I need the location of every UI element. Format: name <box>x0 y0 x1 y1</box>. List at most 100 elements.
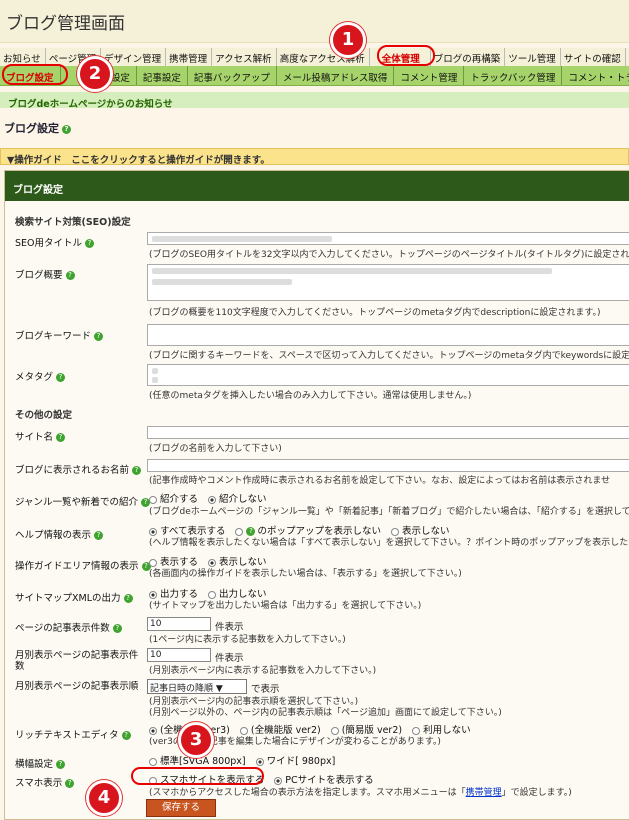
help-icon[interactable]: ? <box>62 124 71 134</box>
monthly-count-input[interactable]: 10 <box>147 648 211 662</box>
width-option-standard-text: 標準[SVGA 800px] <box>160 756 246 767</box>
subnav-backup[interactable]: 記事バックアップ <box>188 66 277 85</box>
author-input[interactable] <box>147 459 629 472</box>
help-icon[interactable]: ? <box>56 373 66 382</box>
help-icon[interactable]: ? <box>112 624 122 633</box>
callout-blog-settings-tab <box>2 64 68 85</box>
radio-button[interactable] <box>149 495 157 504</box>
label-genre-text: ジャンル一覧や新着での紹介 <box>15 497 139 508</box>
seo-title-input[interactable] <box>147 232 629 245</box>
label-sitemap: サイトマップXMLの出力? <box>15 590 133 604</box>
hint-author: (記事作成時やコメント作成時に表示されるお名前を設定して下さい。なお、設定によっ… <box>149 476 611 486</box>
label-page-count: ページの記事表示件数? <box>15 620 122 634</box>
label-seo-title-text: SEO用タイトル <box>15 238 83 249</box>
label-author-text: ブログに表示されるお名前 <box>15 465 130 476</box>
hint-summary: (ブログの概要を110文字程度で入力してください。トップページのmetaタグ内で… <box>149 308 601 318</box>
genre-option-hide[interactable]: 紹介しない <box>208 491 267 505</box>
help-icon[interactable]: ? <box>123 594 133 603</box>
monthly-order-select[interactable]: 記事日時の降順 ▼ <box>147 679 247 694</box>
nav-tools[interactable]: ツール管理 <box>505 48 561 66</box>
hint-help-info: (ヘルプ情報を表示したくない場合は「すべて表示しない」を選択して下さい。？ポイン… <box>149 538 629 548</box>
label-keywords: ブログキーワード? <box>15 328 104 342</box>
callout-general-tab <box>377 45 435 66</box>
hint-page-count: (1ページ内に表示する記事数を入力して下さい。) <box>149 635 346 645</box>
label-sitemap-text: サイトマップXMLの出力 <box>15 593 121 604</box>
nav-site-check[interactable]: サイトの確認 <box>561 48 626 66</box>
help-icon[interactable]: ? <box>121 731 131 740</box>
radio-button[interactable] <box>274 776 283 785</box>
nav-access[interactable]: アクセス解析 <box>212 48 277 66</box>
label-help-info: ヘルプ情報の表示? <box>15 527 104 541</box>
radio-button[interactable] <box>149 757 157 766</box>
metatag-textarea[interactable] <box>147 364 629 386</box>
site-name-input[interactable] <box>147 426 629 439</box>
label-width-text: 横幅設定 <box>15 759 54 770</box>
operation-guide-toggle[interactable]: ▼操作ガイド ここをクリックすると操作ガイドが開きます。 <box>0 148 629 166</box>
redacted-text <box>152 377 158 383</box>
label-site-name: サイト名? <box>15 429 66 443</box>
hint-monthly-count: (月別表示ページ内に表示する記事数を入力して下さい。) <box>149 666 377 676</box>
section-seo: 検索サイト対策(SEO)設定 <box>15 217 131 228</box>
label-seo-title: SEO用タイトル? <box>15 235 95 249</box>
label-rich-editor: リッチテキストエディタ? <box>15 727 131 741</box>
subnav-mail-address[interactable]: メール投稿アドレス取得 <box>277 66 395 85</box>
subnav-comment-trackback[interactable]: コメント・トラックバック <box>562 66 629 85</box>
label-summary-text: ブログ概要 <box>15 270 63 281</box>
page-title: ブログ設定? <box>4 120 71 136</box>
label-help-info-text: ヘルプ情報の表示 <box>15 530 92 541</box>
width-option-wide-text: ワイド[ 980px] <box>266 756 336 767</box>
width-option-wide[interactable]: ワイド[ 980px] <box>255 753 336 767</box>
step-badge-3: 3 <box>178 722 214 758</box>
save-button[interactable]: 保存する <box>146 799 216 817</box>
redacted-text <box>152 236 332 242</box>
hint-sitemap: (サイトマップを出力したい場合は「出力する」を選択して下さい。) <box>149 601 422 611</box>
label-monthly-count-text: 月別表示ページの記事表示件数 <box>15 650 139 672</box>
subnav-comments[interactable]: コメント管理 <box>394 66 465 85</box>
help-icon[interactable]: ? <box>65 271 75 280</box>
help-icon[interactable]: ? <box>132 466 142 475</box>
notice-link[interactable]: ブログdeホームページからのお知らせ <box>0 92 629 110</box>
mobile-settings-link[interactable]: 携帯管理 <box>466 788 502 798</box>
subnav-post-settings[interactable]: 記事設定 <box>137 66 188 85</box>
step-badge-4: 4 <box>86 780 122 816</box>
label-site-name-text: サイト名 <box>15 432 54 443</box>
nav-design[interactable]: デザイン管理 <box>101 48 167 66</box>
callout-smartphone-option <box>131 767 264 785</box>
nav-mobile[interactable]: 携帯管理 <box>166 48 213 66</box>
subnav-trackbacks[interactable]: トラックバック管理 <box>464 66 563 85</box>
radio-button[interactable] <box>255 757 264 766</box>
hint-smartphone-pre: (スマホからアクセスした場合の表示方法を指定します。スマホ用メニューは「 <box>149 788 466 798</box>
genre-option-show[interactable]: 紹介する <box>149 491 198 505</box>
hint-site-name: (ブログの名前を入力して下さい) <box>149 444 282 454</box>
redacted-text <box>152 279 292 285</box>
label-author: ブログに表示されるお名前? <box>15 462 142 476</box>
label-monthly-count: 月別表示ページの記事表示件数 <box>15 650 145 672</box>
title-bar: ブログ管理画面 <box>0 0 629 43</box>
nav-rebuild[interactable]: ブログの再構築 <box>431 48 506 66</box>
page-title-text: ブログ設定 <box>4 122 59 135</box>
panel-title: ブログ設定 <box>5 171 629 201</box>
step-badge-1: 1 <box>330 22 366 58</box>
label-summary: ブログ概要? <box>15 267 75 281</box>
label-width: 横幅設定? <box>15 756 66 770</box>
help-icon[interactable]: ? <box>94 332 104 341</box>
app-title: ブログ管理画面 <box>6 14 125 34</box>
monthly-count-unit: 件表示 <box>215 653 244 664</box>
label-monthly-order-text: 月別表示ページの記事表示順 <box>15 681 139 692</box>
page-count-input[interactable]: 10 <box>147 617 211 631</box>
smartphone-option-pc[interactable]: PCサイトを表示する <box>274 772 374 786</box>
width-options: 標準[SVGA 800px] ワイド[ 980px] <box>149 753 335 767</box>
hint-smartphone: (スマホからアクセスした場合の表示方法を指定します。スマホ用メニューは「携帯管理… <box>149 785 572 798</box>
help-icon[interactable]: ? <box>56 760 66 769</box>
help-icon[interactable]: ? <box>65 779 75 788</box>
help-icon[interactable]: ? <box>85 239 95 248</box>
summary-textarea[interactable] <box>147 264 629 301</box>
help-icon[interactable]: ? <box>94 531 104 540</box>
hint-smartphone-post: 」で設定します。) <box>501 788 572 798</box>
hint-monthly-order-2: (月別ページ以外の、ページ内の記事表示順は「ページ追加」画面にて設定して下さい。… <box>149 708 502 718</box>
keywords-textarea[interactable] <box>147 324 629 346</box>
settings-panel: ブログ設定 検索サイト対策(SEO)設定 SEO用タイトル? (ブログのSEO用… <box>4 170 629 820</box>
radio-button[interactable] <box>208 495 217 504</box>
redacted-text <box>152 268 552 274</box>
help-icon[interactable]: ? <box>56 433 66 442</box>
